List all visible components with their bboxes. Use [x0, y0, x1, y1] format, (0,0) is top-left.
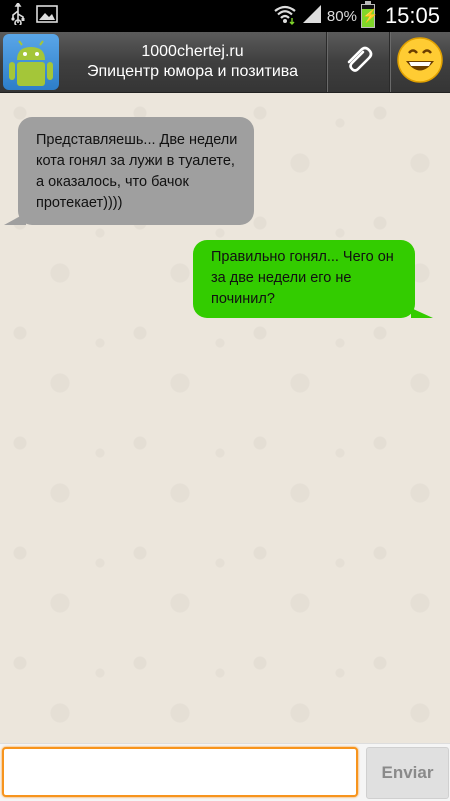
incoming-message[interactable]: Представляешь... Две недели кота гонял з… — [4, 117, 254, 225]
image-icon — [36, 4, 58, 29]
smiley-icon — [396, 36, 444, 89]
battery-charging-icon: ⚡ — [360, 1, 378, 28]
message-input[interactable] — [2, 747, 358, 797]
paperclip-icon — [341, 43, 375, 82]
chat-title: 1000chertej.ru — [141, 43, 244, 60]
usb-icon — [10, 1, 26, 30]
send-button[interactable]: Enviar — [366, 747, 449, 799]
attach-button[interactable] — [326, 32, 389, 92]
battery-percent: 80% — [326, 7, 357, 25]
message-text: Представляешь... Две недели кота гонял з… — [36, 132, 238, 211]
chat-area[interactable]: Представляешь... Две недели кота гонял з… — [0, 93, 450, 743]
outgoing-message[interactable]: Правильно гонял... Чего он за две недели… — [193, 240, 433, 318]
signal-icon — [301, 3, 323, 30]
clock: 15:05 — [384, 3, 440, 28]
composer-bar: Enviar — [0, 743, 450, 801]
wifi-icon — [273, 3, 297, 30]
chat-subtitle: Эпицентр юмора и позитива — [87, 63, 298, 80]
status-bar: 80% ⚡ 15:05 — [0, 0, 450, 32]
android-robot-icon[interactable] — [3, 34, 59, 90]
chat-header: 1000chertej.ru Эпицентр юмора и позитива — [0, 32, 450, 93]
chat-title-block: 1000chertej.ru Эпицентр юмора и позитива — [59, 42, 326, 82]
message-text: Правильно гонял... Чего он за две недели… — [211, 249, 394, 307]
emoji-button[interactable] — [389, 32, 450, 92]
